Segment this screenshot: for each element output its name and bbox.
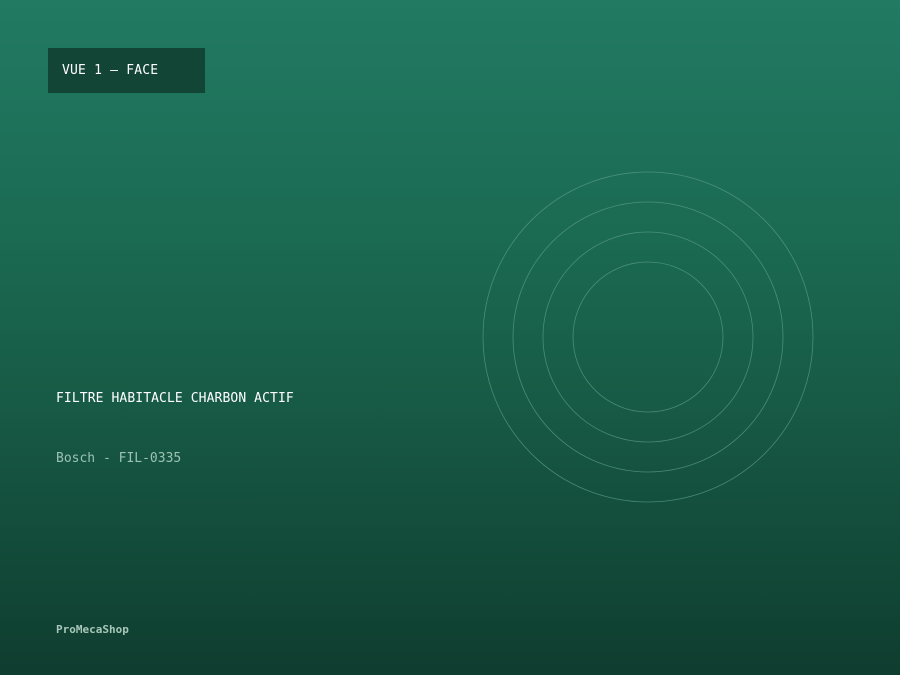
outer-ring [482,171,814,503]
view-label-badge: VUE 1 — FACE [48,48,205,93]
third-ring [542,231,754,443]
product-reference: Bosch - FIL-0335 [56,451,182,466]
concentric-rings-icon [482,171,814,503]
inner-ring [572,261,724,413]
product-title: FILTRE HABITACLE CHARBON ACTIF [56,391,294,406]
brand-logo-text: ProMecaShop [56,623,129,636]
second-ring [512,201,784,473]
